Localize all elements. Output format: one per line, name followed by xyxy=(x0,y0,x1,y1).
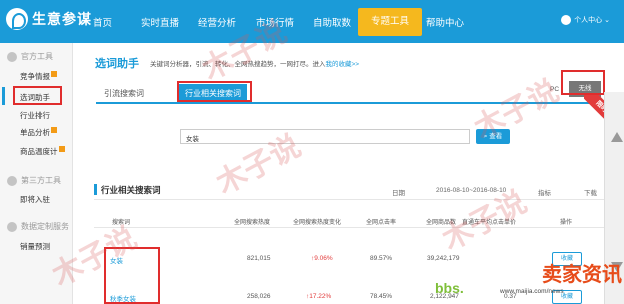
nav-item-market[interactable]: 市场行情 xyxy=(256,15,294,29)
search-icon: ⌕ xyxy=(483,133,488,140)
nav-item-home[interactable]: 首页 xyxy=(93,15,112,29)
highlight-box-sidebar xyxy=(13,86,62,105)
page-description: 关键词分析器，引流、转化、全网热搜趋势，一网打尽。进入我的收藏>> xyxy=(150,58,359,68)
tab-bar: 引流搜索词 行业相关搜索词 xyxy=(96,84,596,104)
metric-selector[interactable]: 指标 xyxy=(538,187,551,197)
tab-traffic-words[interactable]: 引流搜索词 xyxy=(104,88,144,99)
heat-change-value: ↑9.06% xyxy=(311,255,333,262)
column-header-ctr[interactable]: 全网点击率 xyxy=(366,217,396,226)
section-title: 行业相关搜索词 xyxy=(101,185,161,195)
ctr-value: 78.45% xyxy=(370,293,393,300)
search-input[interactable]: 女装 xyxy=(180,129,470,144)
nav-item-live[interactable]: 实时直播 xyxy=(141,15,179,29)
sidebar-item-label: 销量预测 xyxy=(20,242,50,251)
top-navigation-bar: 生意参谋 首页 实时直播 经营分析 市场行情 自助取数 专题工具 帮助中心 个人… xyxy=(0,0,624,43)
nav-item-operation[interactable]: 经营分析 xyxy=(198,15,236,29)
sidebar-item-label: 行业排行 xyxy=(20,111,50,120)
nav-item-self-fetch[interactable]: 自助取数 xyxy=(313,15,351,29)
ctr-value: 89.57% xyxy=(370,255,393,262)
official-tools-icon xyxy=(7,51,17,62)
sidebar-section-label: 数据定制服务 xyxy=(21,222,69,231)
sidebar-item-label: 单品分析 xyxy=(20,128,50,137)
sidebar-item-ranking[interactable]: 行业排行 xyxy=(20,110,50,121)
search-button-label: 查看 xyxy=(489,133,503,140)
sidebar: 官方工具 竞争情报 选词助手 行业排行 单品分析 商品温度计 第三方工具 即将入… xyxy=(0,43,73,304)
highlight-box-wireless xyxy=(561,70,605,95)
custom-service-icon xyxy=(7,221,17,232)
app-name: 生意参谋 xyxy=(32,11,92,27)
third-party-tools-icon xyxy=(7,175,17,186)
column-header-heat[interactable]: 全网搜索热度 xyxy=(234,217,270,226)
sidebar-item-item-analysis[interactable]: 单品分析 xyxy=(20,127,57,138)
sidebar-section-label: 第三方工具 xyxy=(21,176,61,185)
sidebar-section-label: 官方工具 xyxy=(21,52,53,61)
sidebar-item-label: 商品温度计 xyxy=(20,147,58,156)
device-pc-toggle[interactable]: PC xyxy=(550,86,559,93)
column-header-term: 搜索词 xyxy=(112,220,131,226)
scroll-up-icon[interactable] xyxy=(611,132,623,142)
brand-prefix: bbs. xyxy=(435,280,464,296)
section-header: 行业相关搜索词 日期 2016-08-10~2016-08-10 指标 下载 xyxy=(94,180,624,200)
avatar xyxy=(561,15,572,25)
new-badge-icon xyxy=(51,71,57,77)
highlight-box-tab xyxy=(177,81,252,102)
user-menu[interactable]: 个人中心 ⌄ xyxy=(561,15,610,25)
section-marker xyxy=(94,184,97,195)
column-header-action: 操作 xyxy=(560,220,573,226)
sidebar-section-official: 官方工具 xyxy=(7,51,53,62)
sidebar-item-competition[interactable]: 竞争情报 xyxy=(20,71,57,82)
heat-value: 821,015 xyxy=(247,255,271,262)
table-header: 搜索词 全网搜索热度 全网搜索热度变化 全网点击率 全网商品数 直通车平均点击单… xyxy=(94,214,624,228)
description-text: 关键词分析器，引流、转化、全网热搜趋势，一网打尽。进入 xyxy=(150,61,326,68)
search-button[interactable]: ⌕ 查看 xyxy=(476,129,510,144)
sidebar-item-sales-forecast[interactable]: 销量预测 xyxy=(20,241,50,252)
heat-change-value: ↑17.22% xyxy=(306,293,332,300)
highlight-box-terms xyxy=(104,247,160,304)
column-header-items[interactable]: 全网商品数 xyxy=(426,217,456,226)
selection-indicator xyxy=(2,87,5,105)
brand-watermark: 卖家资讯 xyxy=(542,262,622,286)
sidebar-item-thermometer[interactable]: 商品温度计 xyxy=(20,146,65,157)
app-logo[interactable]: 生意参谋 xyxy=(6,8,92,30)
page-title: 选词助手 xyxy=(95,58,139,70)
nav-item-special-tools[interactable]: 专题工具 xyxy=(358,8,423,36)
sidebar-section-third-party: 第三方工具 xyxy=(7,175,61,186)
heat-value: 258,026 xyxy=(247,293,271,300)
date-range-picker[interactable]: 2016-08-10~2016-08-10 xyxy=(436,187,506,194)
nav-item-help[interactable]: 帮助中心 xyxy=(426,15,464,29)
items-value: 39,242,179 xyxy=(427,255,460,262)
logo-icon xyxy=(6,8,28,30)
new-badge-icon xyxy=(51,127,57,133)
sidebar-section-custom: 数据定制服务 xyxy=(7,221,69,232)
date-label: 日期 xyxy=(392,190,405,197)
brand-url: www.maijia.com/news xyxy=(500,288,564,295)
column-header-cpc[interactable]: 直通车平均点击单价 xyxy=(462,217,516,226)
sidebar-item-label: 竞争情报 xyxy=(20,72,50,81)
sidebar-item-label: 即将入驻 xyxy=(20,195,50,204)
sidebar-item-coming-soon[interactable]: 即将入驻 xyxy=(20,194,50,205)
user-menu-label: 个人中心 ⌄ xyxy=(574,17,610,24)
new-badge-icon xyxy=(58,146,65,152)
column-header-heat-change[interactable]: 全网搜索热度变化 xyxy=(293,217,341,226)
download-button[interactable]: 下载 xyxy=(584,187,597,197)
favorites-link[interactable]: 我的收藏>> xyxy=(326,61,360,68)
